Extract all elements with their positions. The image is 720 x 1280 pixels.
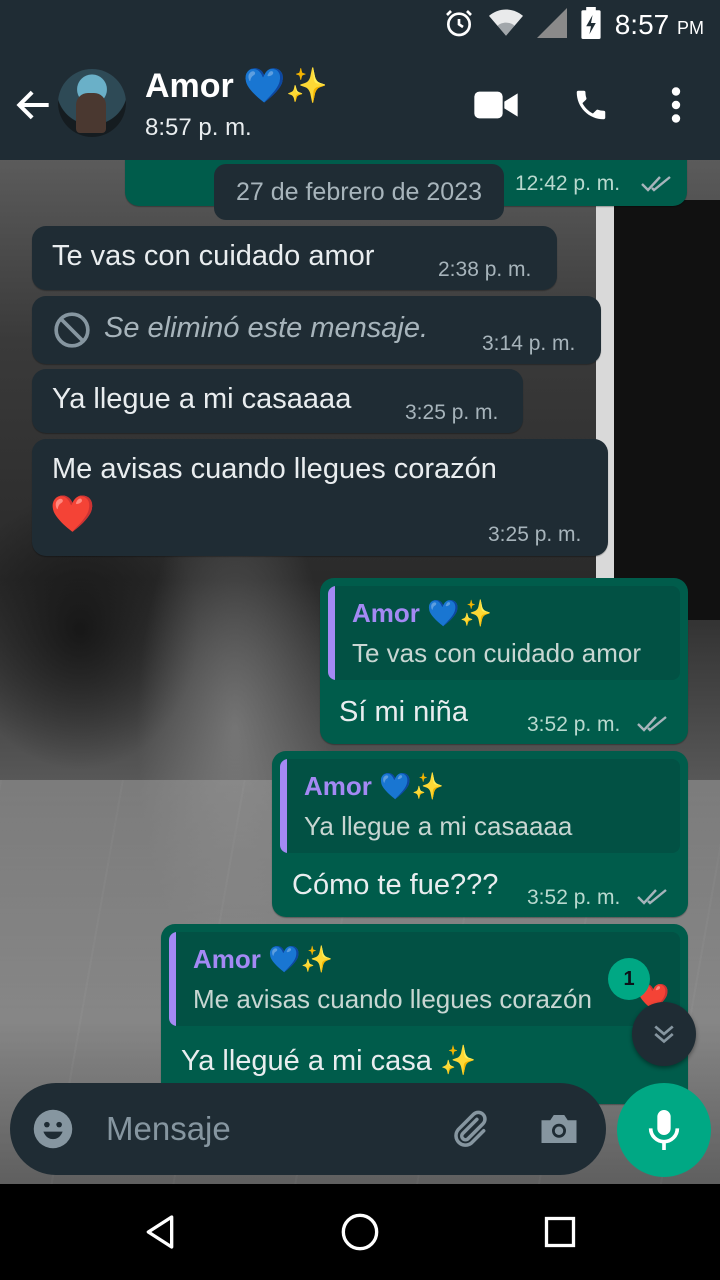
contact-name[interactable]: Amor 💙✨: [145, 66, 328, 106]
quoted-message[interactable]: Amor 💙✨ Te vas con cuidado amor: [328, 586, 680, 680]
avatar[interactable]: [58, 69, 126, 137]
message-bubble-outgoing[interactable]: Amor 💙✨ Ya llegue a mi casaaaa Cómo te f…: [272, 751, 688, 917]
camera-icon: [541, 1115, 577, 1143]
message-bubble-deleted[interactable]: Se eliminó este mensaje. 3:14 p. m.: [32, 296, 601, 364]
quote-text: Me avisas cuando llegues corazón: [193, 984, 592, 1014]
chat-header: Amor 💙✨ 8:57 p. m.: [0, 50, 720, 160]
message-text: Ya llegue a mi casaaaa: [52, 383, 352, 415]
message-text: Me avisas cuando llegues corazón: [52, 453, 497, 485]
back-button[interactable]: [12, 83, 56, 127]
system-nav-bar: [0, 1184, 720, 1280]
mic-icon: [648, 1110, 680, 1150]
nav-back-icon: [146, 1215, 174, 1249]
quote-author: Amor 💙✨: [193, 944, 333, 974]
blocked-icon: [54, 312, 90, 348]
quoted-message[interactable]: Amor 💙✨ Me avisas cuando llegues corazón…: [169, 932, 680, 1026]
alarm-icon: [443, 7, 475, 44]
message-time: 12:42 p. m.: [515, 172, 621, 195]
quote-author: Amor 💙✨: [304, 771, 444, 801]
message-time: 3:25 p. m.: [405, 401, 499, 424]
message-text: Cómo te fue???: [292, 869, 499, 901]
message-time: 3:52 p. m.: [527, 886, 621, 909]
quoted-message[interactable]: Amor 💙✨ Ya llegue a mi casaaaa: [280, 759, 680, 853]
message-bubble-outgoing[interactable]: Amor 💙✨ Te vas con cuidado amor Sí mi ni…: [320, 578, 688, 744]
heart-emoji: ❤️: [50, 493, 95, 534]
message-time: 3:25 p. m.: [488, 523, 582, 546]
deleted-message-text: Se eliminó este mensaje.: [104, 312, 428, 344]
unread-badge: 1: [608, 958, 650, 1000]
message-bubble-incoming[interactable]: Me avisas cuando llegues corazón ❤️ 3:25…: [32, 439, 608, 556]
video-call-button[interactable]: [474, 83, 518, 127]
quote-text: Ya llegue a mi casaaaa: [304, 811, 573, 841]
battery-charging-icon: [581, 6, 601, 44]
message-time: 3:52 p. m.: [527, 713, 621, 736]
video-call-icon: [474, 91, 518, 119]
signal-icon: [536, 7, 567, 43]
message-text: Ya llegué a mi casa ✨: [181, 1045, 477, 1077]
phone-icon: [576, 90, 606, 120]
quote-author: Amor 💙✨: [352, 598, 492, 628]
quote-bar: [280, 759, 287, 853]
message-composer: [10, 1083, 606, 1175]
double-chevron-down-icon: [654, 1025, 674, 1044]
voice-call-button[interactable]: [569, 83, 613, 127]
message-bubble-incoming[interactable]: Te vas con cuidado amor 2:38 p. m.: [32, 226, 557, 290]
double-check-icon: [637, 716, 667, 732]
wallpaper: [596, 200, 720, 620]
message-text: Sí mi niña: [339, 696, 468, 728]
nav-back-button[interactable]: [134, 1206, 186, 1258]
more-options-button[interactable]: [654, 83, 698, 127]
message-bubble-incoming[interactable]: Ya llegue a mi casaaaa 3:25 p. m.: [32, 369, 523, 433]
double-check-icon: [637, 889, 667, 905]
attach-button[interactable]: [446, 1106, 492, 1152]
nav-recents-icon: [544, 1216, 576, 1248]
back-arrow-icon: [16, 90, 49, 120]
message-text: Te vas con cuidado amor: [52, 240, 375, 272]
camera-button[interactable]: [536, 1106, 582, 1152]
double-check-icon: [641, 176, 671, 192]
quote-bar: [328, 586, 335, 680]
last-seen: 8:57 p. m.: [145, 114, 252, 141]
emoji-icon: [33, 1109, 73, 1149]
more-vert-icon: [671, 87, 681, 123]
emoji-button[interactable]: [30, 1106, 76, 1152]
quote-text: Te vas con cuidado amor: [352, 638, 642, 668]
wifi-icon: [488, 8, 523, 43]
message-input[interactable]: [106, 1105, 436, 1153]
date-chip: 27 de febrero de 2023: [214, 164, 504, 220]
quote-bar: [169, 932, 176, 1026]
status-time: 8:57 PM: [614, 9, 704, 40]
voice-record-button[interactable]: [617, 1083, 711, 1177]
nav-home-button[interactable]: [334, 1206, 386, 1258]
nav-recents-button[interactable]: [534, 1206, 586, 1258]
attach-icon: [454, 1110, 487, 1147]
message-time: 3:14 p. m.: [482, 332, 576, 355]
scroll-to-bottom-button[interactable]: [632, 1002, 696, 1066]
status-bar: 8:57 PM: [0, 0, 720, 50]
message-time: 2:38 p. m.: [438, 258, 532, 281]
chat-area[interactable]: 12:42 p. m. 27 de febrero de 2023 Te vas…: [0, 160, 720, 1184]
message-bubble-outgoing[interactable]: Amor 💙✨ Me avisas cuando llegues corazón…: [161, 924, 688, 1104]
nav-home-icon: [341, 1213, 379, 1251]
